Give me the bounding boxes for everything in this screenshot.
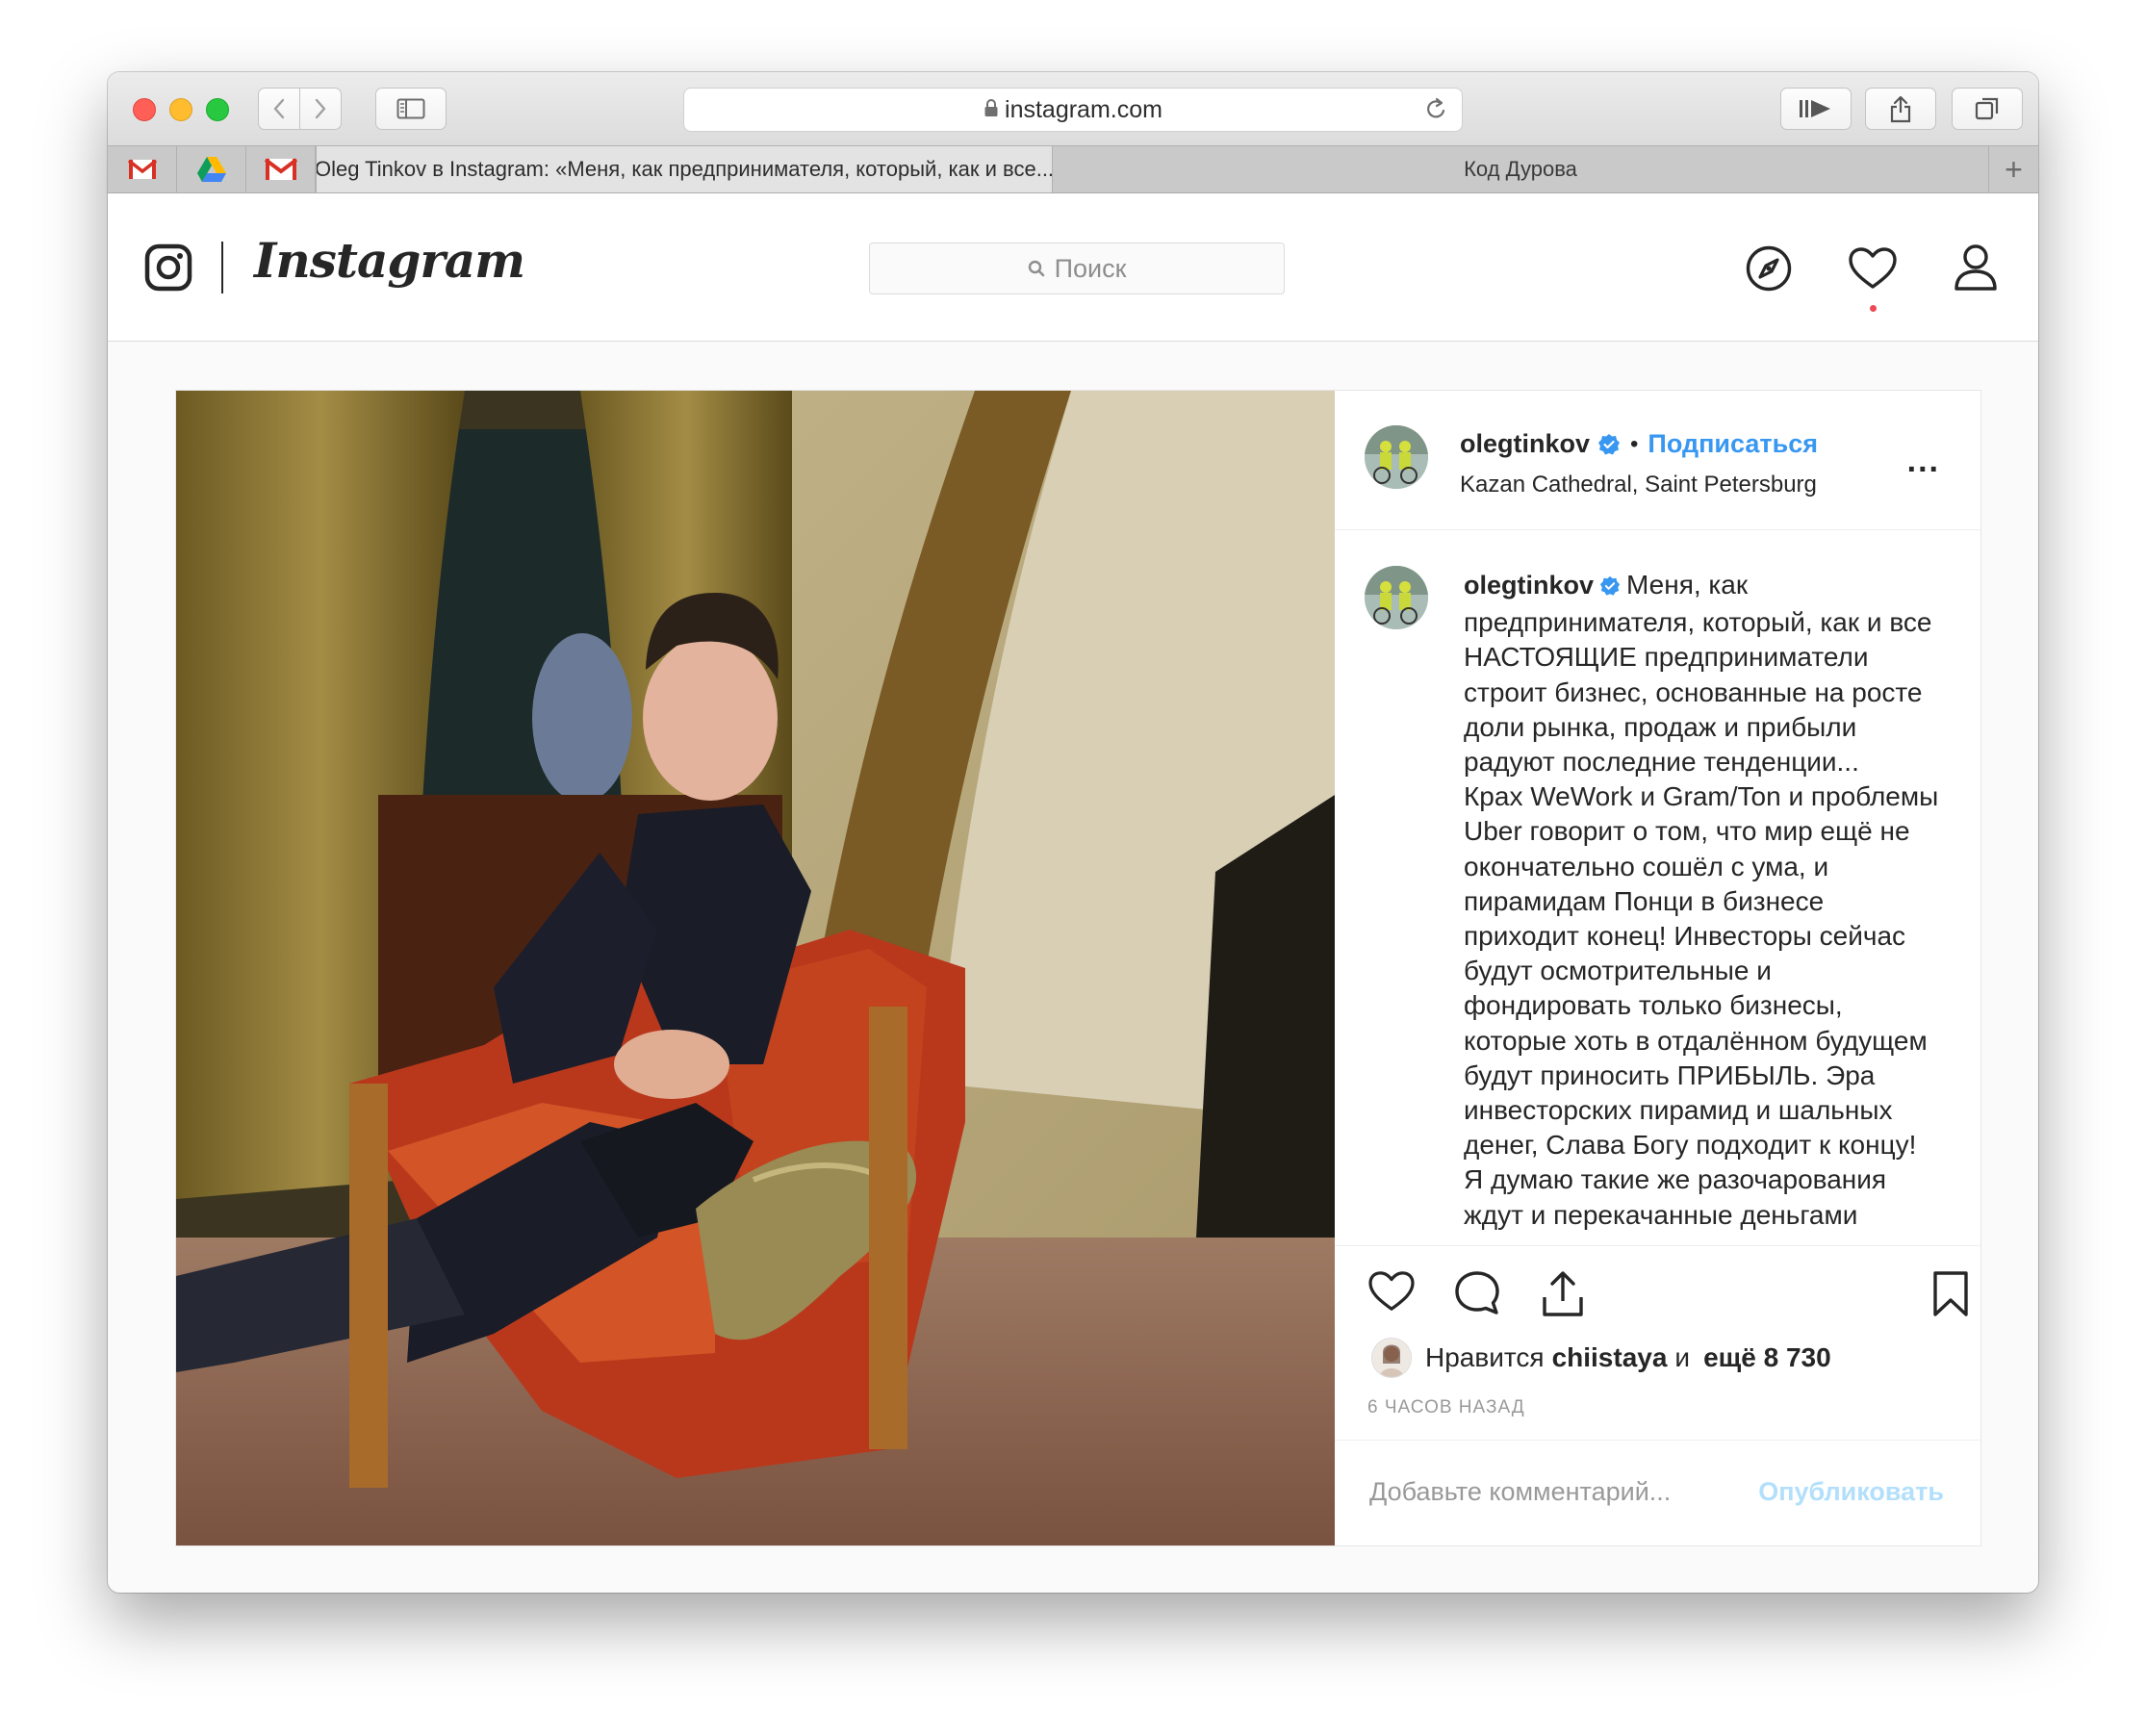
logo-divider xyxy=(221,242,223,294)
caption-line: инвесторских пирамид и шальных xyxy=(1464,1095,1893,1126)
post-sidebar: olegtinkov • Подписаться Kazan Cathedral… xyxy=(1335,391,1980,1545)
reload-icon[interactable] xyxy=(1423,96,1448,130)
likes-summary: Нравится chiistaya и ещё 8 730 xyxy=(1371,1336,1831,1380)
pinned-tab-gmail[interactable] xyxy=(108,146,177,192)
share-button[interactable] xyxy=(1865,88,1936,130)
plus-icon: + xyxy=(2005,151,2023,187)
caption-line: которые хоть в отдалённом будущем xyxy=(1464,1025,1928,1056)
tab-overview-button[interactable] xyxy=(1952,88,2023,130)
profile-icon[interactable] xyxy=(1954,243,1998,296)
caption-text: olegtinkov Меня, как предпринимателя, кот… xyxy=(1464,568,1964,1233)
caption-line: будут осмотрительные и xyxy=(1464,956,1772,986)
back-button[interactable] xyxy=(258,88,300,130)
caption-line: фондировать только бизнесы, xyxy=(1464,990,1843,1021)
liker-avatar[interactable] xyxy=(1371,1338,1412,1378)
google-drive-icon xyxy=(196,157,226,182)
notification-dot xyxy=(1870,305,1877,312)
search-placeholder: Поиск xyxy=(1054,253,1127,283)
forward-button[interactable] xyxy=(299,88,342,130)
share-post-icon[interactable] xyxy=(1541,1270,1585,1323)
post-timestamp[interactable]: 6 ЧАСОВ НАЗАД xyxy=(1367,1397,1525,1418)
caption-line: будут приносить ПРИБЫЛЬ. Эра xyxy=(1464,1059,1876,1090)
caption-line: olegtinkov Меня, как xyxy=(1464,568,1964,605)
caption-line: предпринимателя, который, как и все xyxy=(1464,607,1932,638)
tab-label: Код Дурова xyxy=(1464,157,1577,181)
post-caption-area: olegtinkov Меня, как предпринимателя, кот… xyxy=(1335,529,1980,1246)
gmail-icon xyxy=(264,158,297,180)
tabs-overview-icon xyxy=(1975,97,1999,120)
comment-input[interactable]: Добавьте комментарий... xyxy=(1369,1477,1671,1507)
caption-line: приходит конец! Инвесторы сейчас xyxy=(1464,921,1906,952)
comment-bubble-icon[interactable] xyxy=(1454,1270,1500,1321)
search-icon xyxy=(1028,260,1044,277)
explore-icon[interactable] xyxy=(1745,244,1793,297)
post-photo[interactable] xyxy=(176,391,1335,1545)
likes-prefix: Нравится xyxy=(1425,1342,1545,1372)
save-bookmark-icon[interactable] xyxy=(1931,1270,1970,1323)
caption-line: денег, Слава Богу подходит к концу! xyxy=(1464,1130,1917,1161)
reader-view-icon xyxy=(1800,100,1830,117)
address-bar[interactable]: instagram.com xyxy=(683,88,1463,132)
follow-button[interactable]: Подписаться xyxy=(1648,429,1818,459)
caption-line: Крах WeWork и Gram/Ton и проблемы xyxy=(1464,781,1939,812)
minimize-window-button[interactable] xyxy=(169,98,192,121)
reader-button[interactable] xyxy=(1780,88,1852,130)
post-header: olegtinkov • Подписаться Kazan Cathedral… xyxy=(1335,391,1980,530)
instagram-logo-icon[interactable] xyxy=(144,243,192,296)
tab-label: Oleg Tinkov в Instagram: «Меня, как пред… xyxy=(316,157,1053,181)
instagram-wordmark[interactable]: Instagram xyxy=(254,232,525,289)
browser-toolbar: instagram.com xyxy=(108,72,2038,145)
tab-durov-code[interactable]: Код Дурова xyxy=(1053,146,1988,192)
caption-line: Uber говорит о том, что мир ещё не xyxy=(1464,816,1910,847)
likes-and: и xyxy=(1674,1342,1691,1372)
separator-dot: • xyxy=(1630,430,1639,457)
post-card: olegtinkov • Подписаться Kazan Cathedral… xyxy=(175,390,1981,1546)
likes-count[interactable]: ещё 8 730 xyxy=(1703,1342,1831,1373)
caption-line: Я думаю такие же разочарования xyxy=(1464,1164,1887,1195)
caption-username[interactable]: olegtinkov xyxy=(1464,571,1594,600)
more-options-button[interactable]: ... xyxy=(1907,443,1940,480)
caption-line: строит бизнес, основанные на росте xyxy=(1464,677,1923,707)
lock-icon xyxy=(984,96,999,124)
like-heart-icon[interactable] xyxy=(1367,1270,1416,1317)
author-avatar[interactable] xyxy=(1365,425,1428,489)
chevron-right-icon xyxy=(315,98,326,119)
comment-form: Добавьте комментарий... Опубликовать xyxy=(1335,1440,1980,1546)
gmail-icon xyxy=(127,159,157,179)
caption-line: окончательно сошёл с ума, и xyxy=(1464,851,1829,881)
caption-line: доли рынка, продаж и прибыли xyxy=(1464,711,1857,742)
zoom-window-button[interactable] xyxy=(206,98,229,121)
new-tab-button[interactable]: + xyxy=(1988,146,2038,192)
tab-instagram-post[interactable]: Oleg Tinkov в Instagram: «Меня, как пред… xyxy=(316,146,1053,192)
caption-line: ждут и перекачанные деньгами xyxy=(1464,1199,1858,1230)
pinned-tab-drive[interactable] xyxy=(177,146,246,192)
verified-badge-icon xyxy=(1597,433,1621,456)
caption-author-avatar[interactable] xyxy=(1365,566,1428,629)
caption-line: радуют последние тенденции... xyxy=(1464,747,1859,778)
url-text: instagram.com xyxy=(1005,95,1162,123)
post-actions xyxy=(1335,1245,1980,1332)
liker-username[interactable]: chiistaya xyxy=(1552,1342,1668,1373)
post-location[interactable]: Kazan Cathedral, Saint Petersburg xyxy=(1460,472,1817,498)
author-username[interactable]: olegtinkov xyxy=(1460,429,1590,459)
tab-bar: Oleg Tinkov в Instagram: «Меня, как пред… xyxy=(108,145,2038,193)
search-input[interactable]: Поиск xyxy=(869,243,1285,294)
sidebar-toggle-button[interactable] xyxy=(375,88,447,130)
verified-badge-icon xyxy=(1599,571,1621,605)
browser-window: instagram.com Oleg Tinkov в Instagram: «… xyxy=(108,72,2038,1593)
caption-line: НАСТОЯЩИЕ предприниматели xyxy=(1464,642,1869,673)
activity-heart-icon[interactable] xyxy=(1848,246,1898,295)
caption-line: пирамидам Понци в бизнесе xyxy=(1464,885,1825,916)
post-author-line: olegtinkov • Подписаться xyxy=(1460,429,1818,459)
close-window-button[interactable] xyxy=(133,98,156,121)
publish-button[interactable]: Опубликовать xyxy=(1758,1477,1944,1507)
instagram-header: Instagram Поиск xyxy=(108,193,2038,342)
sidebar-icon xyxy=(396,98,425,119)
share-icon xyxy=(1890,95,1911,123)
chevron-left-icon xyxy=(273,98,285,119)
pinned-tab-gmail-2[interactable] xyxy=(246,146,316,192)
